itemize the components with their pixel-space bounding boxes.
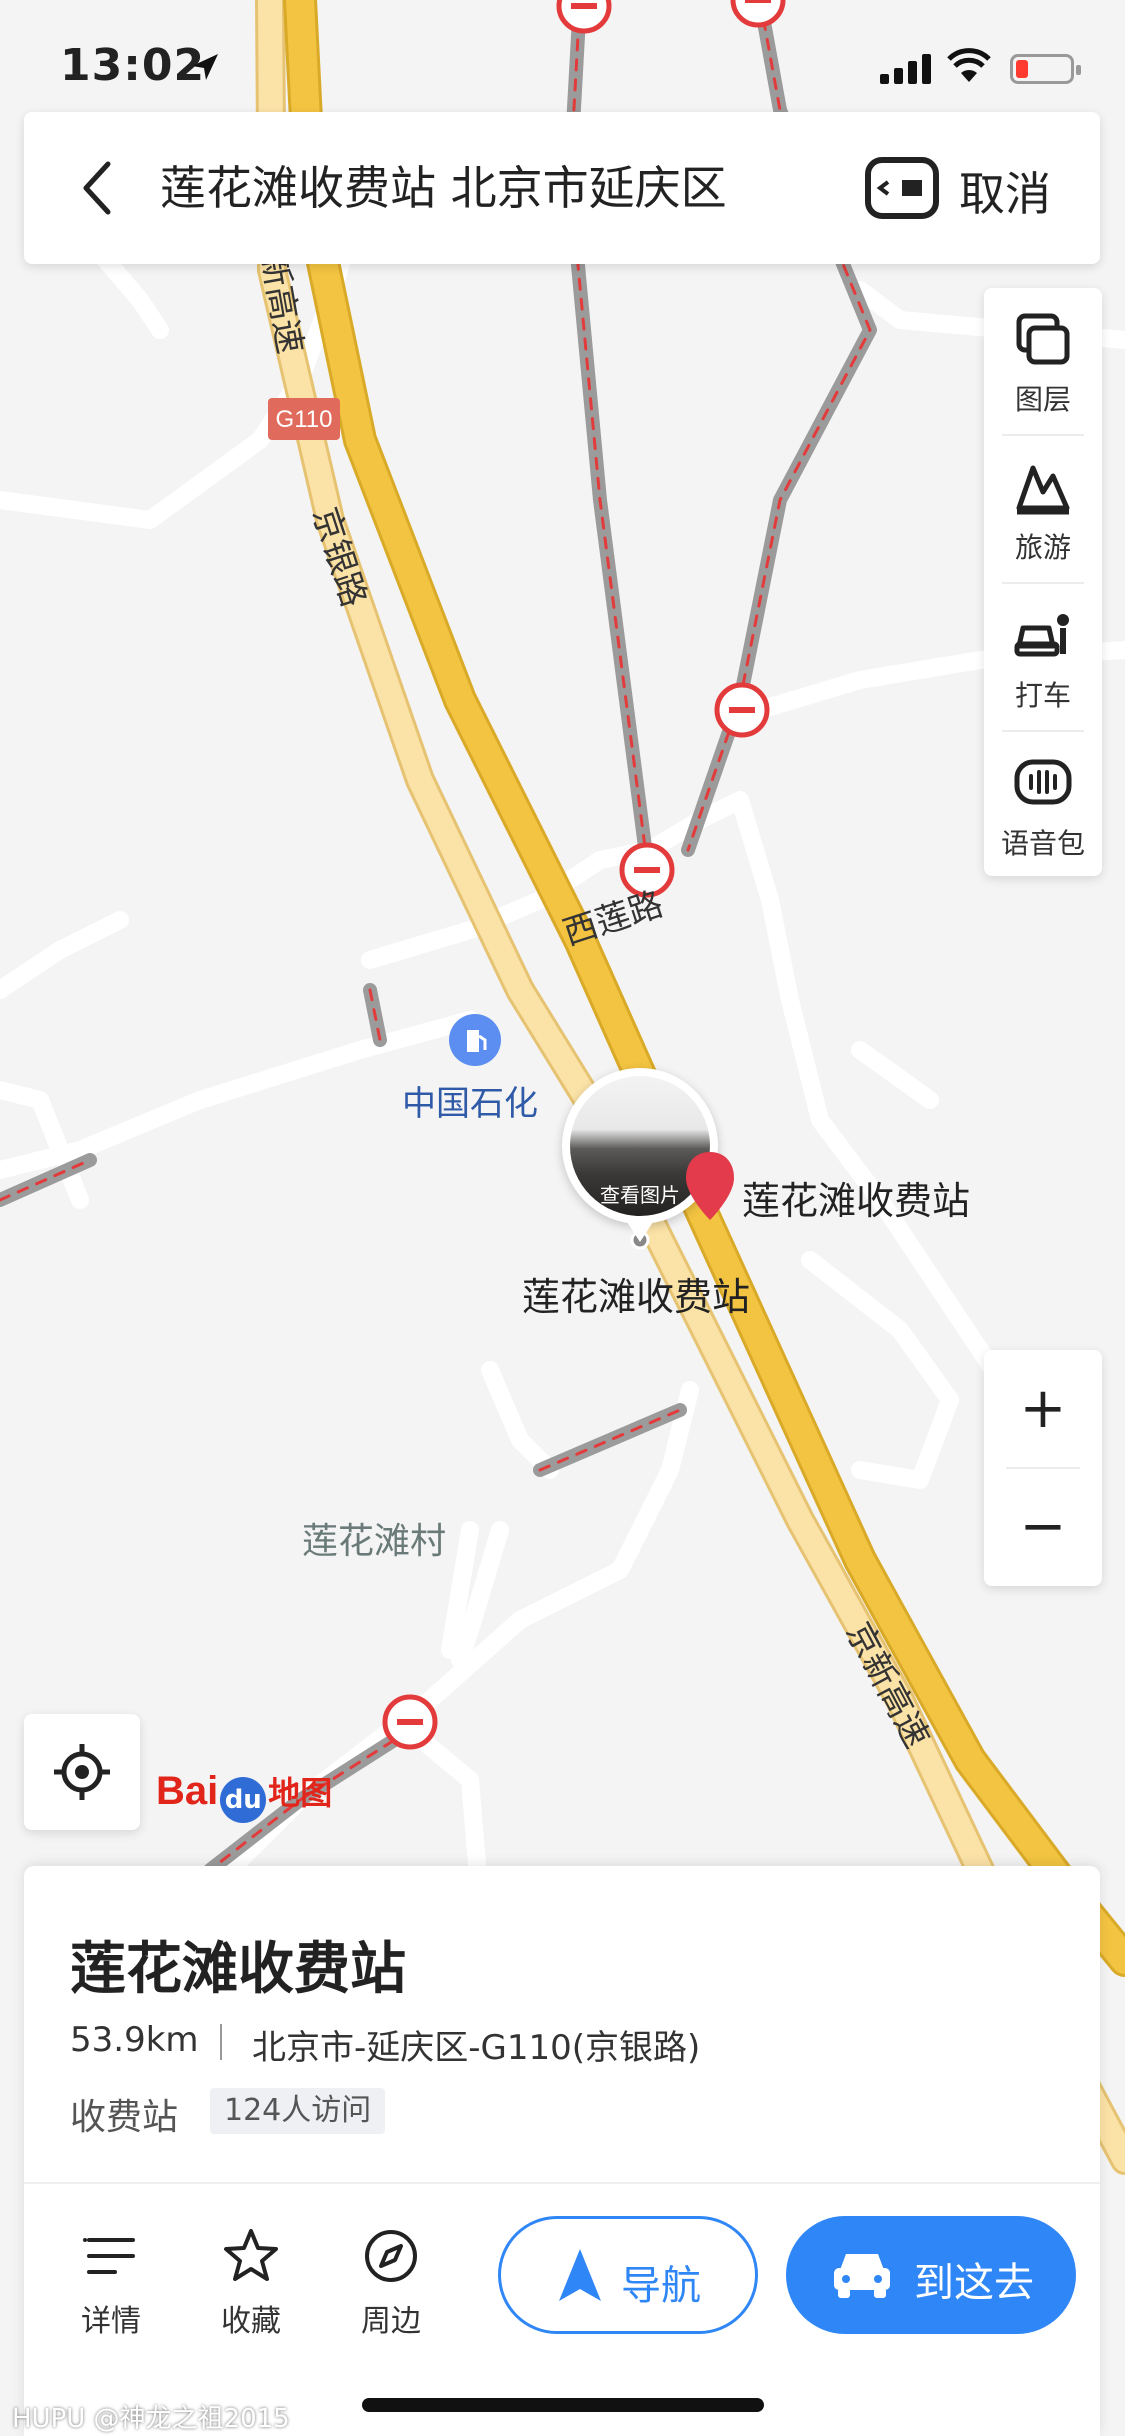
- car-icon: [834, 2254, 890, 2298]
- divider: [24, 2182, 1100, 2184]
- cancel-button[interactable]: 取消: [959, 158, 1051, 224]
- zoom-controls: + −: [984, 1350, 1102, 1586]
- details-action[interactable]: 详情: [56, 2226, 166, 2340]
- place-category: 收费站: [70, 2097, 179, 2138]
- tool-travel[interactable]: 旅游: [984, 436, 1102, 582]
- toll-station-map-label[interactable]: 莲花滩收费站: [522, 1266, 750, 1321]
- wifi-icon: [947, 48, 991, 82]
- photo-bubble-pointer: [627, 1222, 653, 1242]
- logo-bai: Bai: [156, 1769, 219, 1813]
- home-indicator[interactable]: [362, 2398, 764, 2412]
- tool-taxi-label: 打车: [1014, 679, 1071, 712]
- g110-shield-label: G110: [276, 406, 333, 433]
- tool-layers[interactable]: 图层: [984, 288, 1102, 434]
- status-time: 13:02: [60, 40, 206, 91]
- compass-icon: [365, 2230, 417, 2282]
- place-distance: 53.9km: [70, 2020, 199, 2060]
- battery-icon: [1010, 54, 1081, 84]
- list-icon: [83, 2238, 135, 2274]
- zoom-out-button[interactable]: −: [984, 1468, 1102, 1586]
- navigate-label: 导航: [621, 2263, 701, 2309]
- navigate-button[interactable]: 导航: [498, 2216, 758, 2334]
- search-bar: 莲花滩收费站 北京市延庆区 取消: [24, 112, 1100, 264]
- layers-icon: [1016, 313, 1070, 365]
- locate-me-button[interactable]: [24, 1714, 140, 1830]
- back-arrow-icon[interactable]: [72, 156, 122, 220]
- visits-badge: 124人访问: [210, 2088, 386, 2134]
- zoom-in-button[interactable]: +: [984, 1350, 1102, 1468]
- go-here-button[interactable]: 到这去: [786, 2216, 1076, 2334]
- taxi-icon: [1014, 614, 1069, 657]
- nearby-label: 周边: [361, 2304, 421, 2339]
- tool-voice-pack-label: 语音包: [1000, 827, 1085, 860]
- tool-voice-pack[interactable]: 语音包: [984, 732, 1102, 878]
- gas-station-label[interactable]: 中国石化: [402, 1076, 538, 1125]
- tool-travel-label: 旅游: [1014, 531, 1071, 564]
- logo-map-text: 地图: [268, 1774, 333, 1812]
- favorite-action[interactable]: 收藏: [196, 2226, 306, 2340]
- location-arrow-icon: [192, 54, 218, 80]
- search-query[interactable]: 莲花滩收费站 北京市延庆区: [160, 152, 727, 218]
- details-label: 详情: [81, 2304, 141, 2339]
- navigation-arrow-icon: [559, 2249, 601, 2301]
- travel-icon: [1016, 465, 1070, 515]
- favorite-label: 收藏: [221, 2304, 281, 2339]
- divider: [220, 2024, 222, 2060]
- go-here-label: 到这去: [914, 2260, 1034, 2306]
- status-bar: 13:02: [0, 0, 1125, 130]
- place-address: 北京市-延庆区-G110(京银路): [252, 2028, 701, 2068]
- cellular-signal-icon: [880, 54, 931, 84]
- baidu-map-logo: Bai du 地图: [156, 1768, 332, 1828]
- pin-label[interactable]: 莲花滩收费站: [742, 1170, 970, 1225]
- ar-scan-icon[interactable]: [840, 156, 964, 220]
- selected-location-pin-icon[interactable]: [682, 1150, 738, 1234]
- star-icon: [224, 2229, 278, 2281]
- map-tools-panel: 图层 旅游 打车 语音包: [984, 288, 1102, 876]
- gas-station-icon: [449, 1014, 501, 1066]
- tool-taxi[interactable]: 打车: [984, 584, 1102, 730]
- crosshair-icon: [54, 1744, 110, 1800]
- logo-paw: du: [220, 1776, 267, 1823]
- nearby-action[interactable]: 周边: [336, 2226, 446, 2340]
- place-card[interactable]: 莲花滩收费站 53.9km 北京市-延庆区-G110(京银路) 收费站 124人…: [24, 1866, 1100, 2436]
- voice-pack-icon: [1014, 759, 1072, 805]
- village-label: 莲花滩村: [302, 1521, 447, 1562]
- place-name: 莲花滩收费站: [70, 1937, 406, 2002]
- watermark: HUPU @神龙之祖2015: [12, 2404, 290, 2434]
- tool-layers-label: 图层: [1014, 383, 1071, 416]
